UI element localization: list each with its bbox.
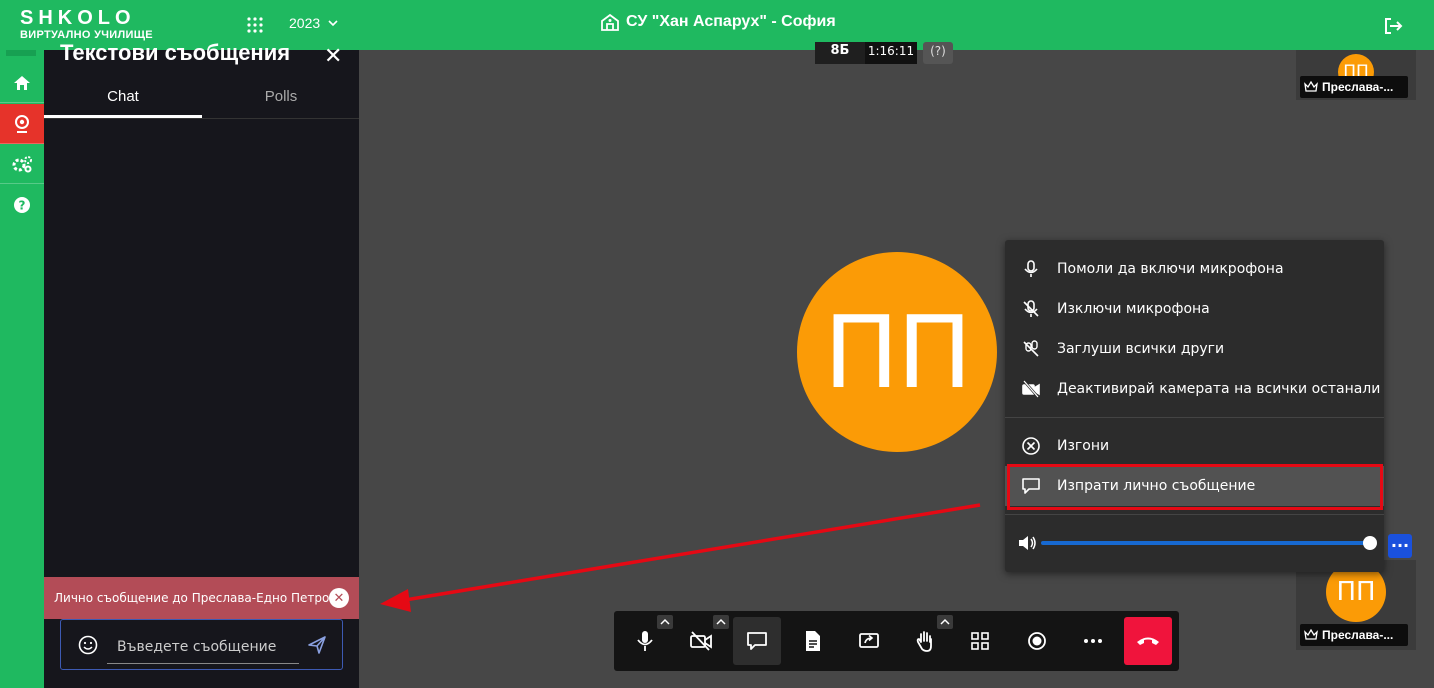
document-button[interactable] (789, 617, 837, 665)
menu-divider (1005, 514, 1384, 515)
left-rail: ? (0, 50, 44, 688)
school-title: СУ "Хан Аспарух" - София (600, 13, 836, 31)
tab-polls[interactable]: Polls (202, 86, 360, 118)
mic-off-icon (1023, 300, 1039, 317)
mic-options-caret[interactable] (657, 615, 673, 629)
webcam-icon (15, 114, 29, 133)
participant-context-menu: Помоли да включи микрофона Изключи микро… (1005, 240, 1384, 572)
tab-chat[interactable]: Chat (44, 86, 202, 118)
video-off-icon (690, 631, 712, 651)
menu-divider (1005, 417, 1384, 418)
reactions-caret[interactable] (937, 615, 953, 629)
moderator-crown-icon (1304, 629, 1318, 640)
volume-slider[interactable] (1041, 541, 1371, 545)
school-name: СУ "Хан Аспарух" - София (626, 13, 836, 30)
menu-item-mute-all[interactable]: Заглуши всички други (1005, 329, 1384, 369)
brand-logo[interactable]: SHKOLO (20, 7, 136, 30)
elapsed-time: 1:16:11 (865, 42, 917, 64)
moderator-crown-icon (1304, 81, 1318, 92)
rail-stub (6, 50, 36, 56)
chevron-up-icon (660, 618, 670, 625)
hang-up-icon (1137, 637, 1159, 645)
participant-more-options-button[interactable]: ··· (1388, 534, 1412, 558)
mute-all-icon (1023, 340, 1039, 357)
tile-view-icon (971, 632, 989, 650)
hang-up-button[interactable] (1124, 617, 1172, 665)
mic-icon (1024, 260, 1038, 277)
volume-control (1005, 528, 1384, 558)
menu-item-mute[interactable]: Изключи микрофона (1005, 289, 1384, 329)
home-icon (14, 75, 30, 90)
menu-item-label: Помоли да включи микрофона (1057, 261, 1284, 277)
year-selector[interactable]: 2023 (289, 15, 320, 31)
rail-item-help[interactable]: ? (0, 185, 44, 225)
emoji-icon[interactable] (78, 635, 98, 655)
menu-item-label: Изключи микрофона (1057, 301, 1210, 317)
close-private-message-icon[interactable]: ✕ (329, 588, 349, 608)
help-badge[interactable]: (?) (923, 42, 953, 64)
participant-thumbnail[interactable]: ПП Преслава-... (1296, 50, 1416, 100)
help-icon: ? (14, 197, 30, 213)
kick-icon (1022, 437, 1040, 455)
participant-name: Преслава-... (1322, 80, 1394, 94)
menu-item-disable-cameras[interactable]: Деактивирай камерата на всички останали (1005, 369, 1384, 409)
rail-item-settings[interactable] (0, 144, 44, 184)
chat-button[interactable] (733, 617, 781, 665)
microphone-icon (637, 631, 653, 651)
chat-icon (747, 632, 767, 650)
message-input[interactable] (107, 630, 299, 664)
svg-text:?: ? (19, 199, 26, 213)
message-composer (60, 619, 343, 670)
menu-item-ask-unmute[interactable]: Помоли да включи микрофона (1005, 249, 1384, 289)
participant-name-label: Преслава-... (1300, 76, 1408, 98)
chevron-down-icon[interactable] (327, 17, 339, 29)
chevron-up-icon (716, 618, 726, 625)
chat-title: Текстови съобщения (60, 40, 291, 65)
school-icon (601, 13, 619, 31)
share-screen-icon (859, 633, 879, 648)
chevron-up-icon (940, 618, 950, 625)
private-message-banner: Лично съобщение до Преслава-Едно Петрова… (44, 577, 359, 619)
camera-options-caret[interactable] (713, 615, 729, 629)
raise-hand-icon (916, 631, 932, 652)
volume-icon (1019, 536, 1036, 550)
gears-icon (12, 155, 32, 172)
more-horizontal-icon (1084, 639, 1102, 643)
tile-view-button[interactable] (956, 617, 1004, 665)
document-icon (806, 631, 820, 651)
camera-off-icon (1022, 380, 1040, 398)
send-icon[interactable] (307, 635, 327, 655)
record-button[interactable] (1013, 617, 1061, 665)
participant-name: Преслава-... (1322, 628, 1394, 642)
menu-item-kick[interactable]: Изгони (1005, 426, 1384, 466)
meeting-timer: 8Б 1:16:11 (?) (815, 42, 953, 64)
menu-item-label: Заглуши всички други (1057, 341, 1225, 357)
menu-item-label: Изгони (1057, 438, 1110, 454)
participant-name-label: Преслава-... (1300, 624, 1408, 646)
class-label: 8Б (815, 42, 865, 64)
logout-icon[interactable] (1383, 17, 1403, 35)
rail-item-webinar[interactable] (0, 104, 44, 144)
private-message-label: Лично съобщение до Преслава-Едно Петрова (54, 591, 344, 605)
chat-panel: Текстови съобщения ✕ Chat Polls Лично съ… (44, 40, 359, 688)
rail-item-home[interactable] (0, 63, 44, 103)
more-actions-button[interactable] (1069, 617, 1117, 665)
meeting-toolbar (614, 611, 1179, 671)
highlight-annotation (1007, 464, 1383, 510)
participant-avatar-large: ПП (797, 252, 997, 452)
record-icon (1028, 632, 1046, 650)
share-screen-button[interactable] (845, 617, 893, 665)
volume-slider-handle[interactable] (1363, 536, 1377, 550)
menu-item-label: Деактивирай камерата на всички останали (1057, 381, 1381, 397)
apps-grid-icon[interactable] (246, 16, 264, 34)
close-icon[interactable]: ✕ (324, 44, 342, 69)
participant-thumbnail[interactable]: ПП Преслава-... (1296, 560, 1416, 650)
chat-tabs: Chat Polls (44, 86, 359, 119)
